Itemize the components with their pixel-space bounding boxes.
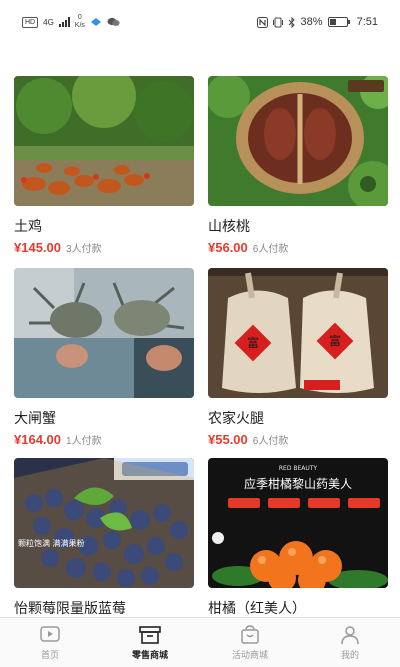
tab-retail-mall[interactable]: 零售商城 bbox=[100, 618, 200, 667]
wechat-icon bbox=[107, 17, 120, 26]
product-card[interactable]: RED BEAUTY 应季柑橘黎山药美人 柑橘（红美人） bbox=[208, 458, 388, 616]
battery-icon bbox=[327, 17, 350, 27]
price-row: ¥56.00 6人付款 bbox=[208, 240, 288, 255]
box-icon bbox=[139, 625, 161, 644]
tab-label: 活动商城 bbox=[231, 649, 268, 660]
product-price: ¥55.00 bbox=[208, 432, 248, 447]
paid-count: 6人付款 bbox=[252, 436, 289, 447]
product-card[interactable]: 颗粒饱满 满满果粉 怡颗莓限量版蓝莓 bbox=[14, 458, 194, 616]
product-name: 农家火腿 bbox=[208, 410, 264, 426]
product-card[interactable]: 土鸡 ¥145.00 3人付款 bbox=[14, 76, 194, 255]
tab-label: 零售商城 bbox=[131, 649, 168, 660]
bottom-tab-bar: 首页 零售商城 活动商城 我的 bbox=[0, 617, 400, 667]
tab-label: 首页 bbox=[40, 649, 59, 660]
status-right: 38% 7:51 bbox=[256, 16, 378, 28]
tab-label: 我的 bbox=[340, 649, 359, 660]
hd-badge: HD bbox=[22, 16, 39, 28]
product-image-blueberry[interactable]: 颗粒饱满 满满果粉 bbox=[14, 458, 194, 588]
clock: 7:51 bbox=[356, 16, 378, 28]
network-speed: 0 K/s bbox=[74, 14, 85, 29]
orange-title: 应季柑橘黎山药美人 bbox=[244, 476, 352, 491]
app-notification-icon bbox=[90, 18, 101, 26]
product-card[interactable]: 大闸蟹 ¥164.00 1人付款 bbox=[14, 268, 194, 447]
product-name: 柑橘（红美人） bbox=[208, 600, 306, 616]
tab-mine[interactable]: 我的 bbox=[300, 618, 400, 667]
person-icon bbox=[341, 625, 359, 644]
network-type: 4G bbox=[43, 17, 54, 27]
product-image-ham[interactable]: 富 富 bbox=[208, 268, 388, 398]
price-row: ¥145.00 3人付款 bbox=[14, 240, 102, 255]
status-left: HD 4G 0 K/s bbox=[22, 14, 120, 30]
product-price: ¥164.00 bbox=[14, 432, 61, 447]
product-name: 大闸蟹 bbox=[14, 410, 56, 426]
nfc-icon bbox=[256, 16, 268, 28]
product-price: ¥145.00 bbox=[14, 240, 61, 255]
product-image-orange[interactable]: RED BEAUTY 应季柑橘黎山药美人 bbox=[208, 458, 388, 588]
ham-seal-left: 富 bbox=[247, 335, 259, 350]
paid-count: 3人付款 bbox=[66, 244, 102, 255]
ham-seal-right: 富 bbox=[329, 333, 341, 348]
bluetooth-icon bbox=[288, 16, 295, 28]
price-row: ¥164.00 1人付款 bbox=[14, 432, 102, 447]
bag-icon bbox=[241, 624, 259, 644]
product-name: 怡颗莓限量版蓝莓 bbox=[14, 600, 126, 616]
product-image-hickory[interactable] bbox=[208, 76, 388, 206]
signal-icon bbox=[58, 17, 70, 27]
blueberry-banner: 颗粒饱满 满满果粉 bbox=[18, 538, 85, 548]
product-name: 土鸡 bbox=[14, 218, 42, 234]
paid-count: 6人付款 bbox=[252, 244, 289, 255]
battery-percent: 38% bbox=[300, 16, 323, 28]
tab-home[interactable]: 首页 bbox=[0, 618, 100, 667]
vibrate-icon bbox=[272, 17, 283, 27]
price-row: ¥55.00 6人付款 bbox=[208, 432, 288, 447]
product-image-crab[interactable] bbox=[14, 268, 194, 398]
product-card[interactable]: 山核桃 ¥56.00 6人付款 bbox=[208, 76, 388, 255]
play-icon bbox=[40, 625, 60, 642]
paid-count: 1人付款 bbox=[66, 436, 102, 447]
orange-brand: RED BEAUTY bbox=[279, 465, 318, 472]
product-image-chicken[interactable] bbox=[14, 76, 194, 206]
product-card[interactable]: 富 富 农家火腿 ¥55.00 6人付款 bbox=[208, 268, 388, 447]
product-name: 山核桃 bbox=[208, 218, 250, 234]
status-bar: HD 4G 0 K/s 38% 7:51 bbox=[0, 0, 400, 44]
product-price: ¥56.00 bbox=[208, 240, 248, 255]
tab-event-mall[interactable]: 活动商城 bbox=[200, 618, 300, 667]
